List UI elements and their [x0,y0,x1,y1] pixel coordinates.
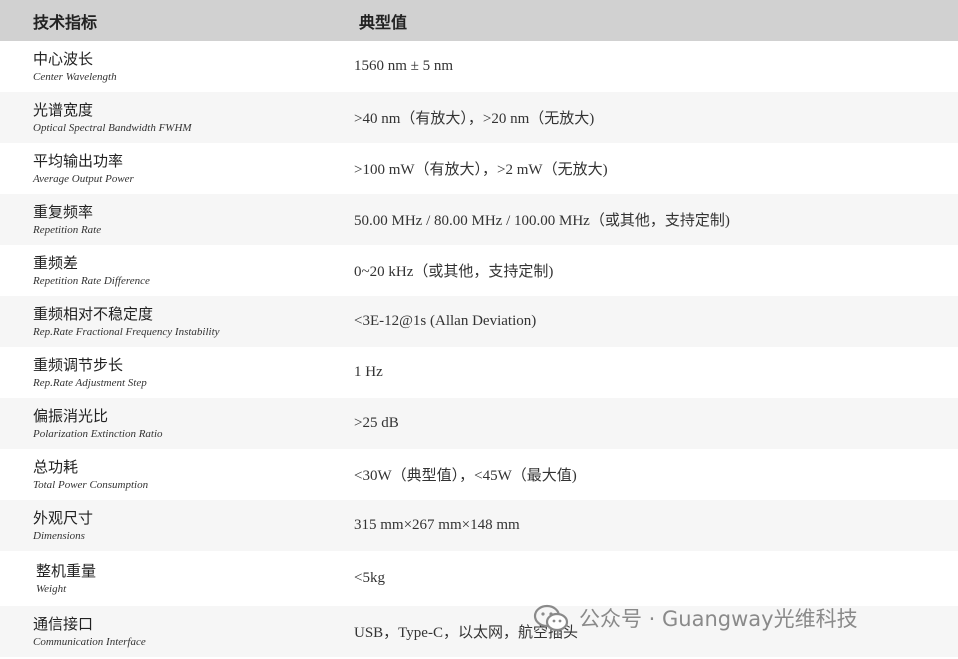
param-en: Rep.Rate Adjustment Step [33,376,147,389]
param-en: Polarization Extinction Ratio [33,427,163,440]
param-value: <5kg [354,570,385,586]
param-value: 0~20 kHz（或其他，支持定制) [354,264,554,280]
param-en: Repetition Rate [33,223,102,236]
param-value: 315 mm×267 mm×148 mm [354,517,520,533]
param-zh: 重频相对不稳定度 [33,304,154,323]
param-en: Average Output Power [33,172,134,185]
table-row: 平均输出功率 Average Output Power >100 mW（有放大），… [0,143,958,194]
param-value: >40 nm（有放大），>20 nm（无放大) [354,111,595,127]
wechat-icon [533,604,569,632]
table-row: 重复频率 Repetition Rate 50.00 MHz / 80.00 MH… [0,194,958,245]
param-en: Dimensions [33,529,85,542]
param-zh: 重频差 [33,253,79,272]
watermark-text: 公众号 · Guangway光维科技 [579,607,858,631]
param-zh: 偏振消光比 [33,406,109,425]
param-en: Optical Spectral Bandwidth FWHM [33,121,192,134]
param-zh: 整机重量 [36,561,97,580]
table-row: 光谱宽度 Optical Spectral Bandwidth FWHM >40 … [0,92,958,143]
table-row: 重频差 Repetition Rate Difference 0~20 kHz（或… [0,245,958,296]
param-value: 50.00 MHz / 80.00 MHz / 100.00 MHz（或其他，支… [354,213,730,229]
table-row: 中心波长 Center Wavelength 1560 nm ± 5 nm [0,41,958,92]
param-zh: 总功耗 [33,457,79,476]
param-en: Center Wavelength [33,70,117,83]
header-param: 技术指标 [33,12,98,32]
param-zh: 平均输出功率 [33,151,124,170]
watermark: 公众号 · Guangway光维科技 [533,603,858,633]
header-value: 典型值 [359,12,408,32]
table-header: 技术指标 典型值 [0,0,958,41]
param-en: Communication Interface [33,635,146,648]
param-zh: 外观尺寸 [33,508,94,527]
spec-table: 技术指标 典型值 中心波长 Center Wavelength 1560 nm ±… [0,0,958,657]
param-en: Rep.Rate Fractional Frequency Instabilit… [33,325,220,338]
param-value: <30W（典型值），<45W（最大值) [354,468,577,484]
param-value: 1560 nm ± 5 nm [354,58,454,74]
param-zh: 光谱宽度 [33,100,94,119]
table-row: 偏振消光比 Polarization Extinction Ratio >25 d… [0,398,958,449]
table-row: 整机重量 Weight <5kg [0,551,958,606]
param-zh: 通信接口 [33,614,94,633]
table-row: 外观尺寸 Dimensions 315 mm×267 mm×148 mm [0,500,958,551]
param-value: >25 dB [354,415,399,431]
param-zh: 重复频率 [33,202,94,221]
param-value: >100 mW（有放大），>2 mW（无放大) [354,162,608,178]
table-row: 重频调节步长 Rep.Rate Adjustment Step 1 Hz [0,347,958,398]
table-row: 重频相对不稳定度 Rep.Rate Fractional Frequency In… [0,296,958,347]
param-zh: 重频调节步长 [33,355,124,374]
param-value: <3E-12@1s (Allan Deviation) [354,313,537,329]
table-row: 总功耗 Total Power Consumption <30W（典型值），<45… [0,449,958,500]
param-en: Repetition Rate Difference [33,274,150,287]
param-en: Total Power Consumption [33,478,149,491]
param-en: Weight [36,582,67,595]
param-zh: 中心波长 [33,49,94,68]
param-value: 1 Hz [354,364,383,380]
